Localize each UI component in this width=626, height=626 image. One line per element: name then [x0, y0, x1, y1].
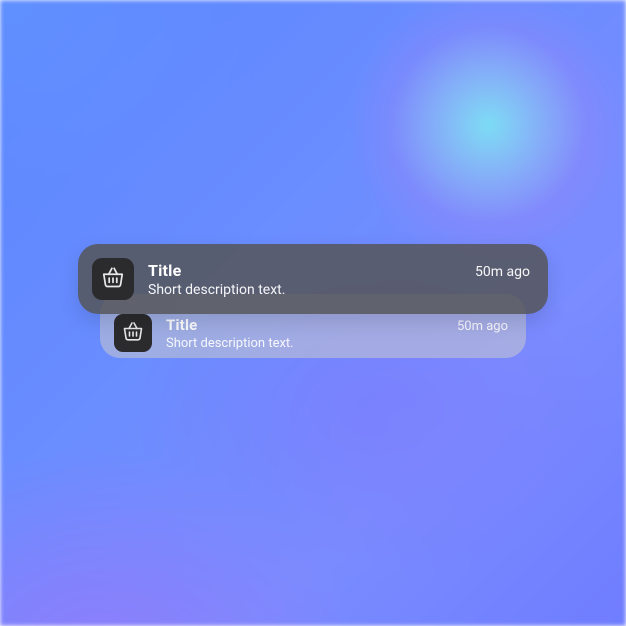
notification-description: Short description text. [166, 336, 508, 351]
shopping-basket-icon [100, 264, 126, 294]
app-icon-tile [114, 314, 152, 352]
notification-title: Title [148, 261, 181, 280]
notification-content: Title 50m ago Short description text. [148, 261, 530, 298]
notification-content: Title 50m ago Short description text. [166, 316, 508, 351]
notification-card[interactable]: Title 50m ago Short description text. [78, 244, 548, 314]
shopping-basket-icon [121, 319, 145, 347]
notification-description: Short description text. [148, 282, 530, 298]
notification-time: 50m ago [457, 319, 508, 334]
app-icon-tile [92, 258, 134, 300]
notification-time: 50m ago [475, 264, 530, 280]
notification-title: Title [166, 316, 197, 334]
